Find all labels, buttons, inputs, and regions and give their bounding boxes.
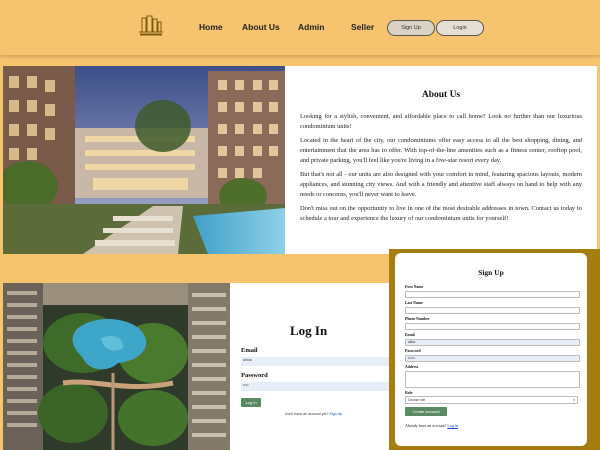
signup-title: Sign Up — [478, 268, 504, 277]
aerial-pool-photo — [3, 283, 230, 450]
signup-password-input[interactable]: •••••• — [405, 355, 580, 362]
about-paragraph: Don't miss out on the opportunity to liv… — [300, 205, 582, 222]
role-select-value: Choose role — [408, 398, 426, 402]
nav-home[interactable]: Home — [199, 22, 223, 32]
create-account-button[interactable]: Create Account — [405, 407, 447, 416]
signup-email-label: Email — [405, 333, 415, 337]
login-link[interactable]: Log in — [447, 423, 458, 428]
signup-email-input[interactable]: abba — [405, 339, 580, 346]
about-paragraph: Looking for a stylish, convenient, and a… — [300, 113, 582, 130]
signup-footer-text: Already have an account? — [405, 423, 447, 428]
signup-password-label: Password — [405, 349, 421, 353]
login-password-label: Password — [241, 372, 268, 379]
login-password-input[interactable]: •••• — [241, 382, 400, 391]
role-label: Role — [405, 391, 413, 395]
phone-label: Phone Number — [405, 317, 430, 321]
about-us-body: Looking for a stylish, convenient, and a… — [300, 112, 582, 229]
first-name-label: First Name — [405, 285, 424, 289]
login-email-label: Email — [241, 347, 258, 354]
login-form: Log In Email abba Password •••• Log In D… — [230, 283, 400, 450]
signup-footer: Already have an account? Log in — [405, 423, 458, 428]
about-us-section: About Us Looking for a stylish, convenie… — [285, 66, 597, 254]
nav-admin[interactable]: Admin — [298, 22, 324, 32]
phone-input[interactable] — [405, 323, 580, 330]
first-name-input[interactable] — [405, 291, 580, 298]
nav-about-us[interactable]: About Us — [242, 22, 280, 32]
condo-courtyard-photo — [3, 66, 285, 254]
address-label: Address — [405, 365, 419, 369]
last-name-label: Last Name — [405, 301, 423, 305]
role-select[interactable]: Choose role ▾ — [405, 396, 578, 404]
about-us-title: About Us — [421, 90, 461, 100]
login-footer: Don't have an account yet? Sign Up — [285, 412, 342, 416]
signup-link[interactable]: Sign Up — [329, 412, 342, 416]
login-submit-button[interactable]: Log In — [241, 398, 261, 407]
address-textarea[interactable] — [405, 371, 580, 388]
login-email-input[interactable]: abba — [241, 357, 400, 366]
about-paragraph: But that's not all - our units are also … — [300, 171, 582, 198]
signup-form: Sign Up First Name Last Name Phone Numbe… — [395, 253, 587, 446]
login-button[interactable]: Login — [436, 20, 484, 36]
nav-seller[interactable]: Seller — [351, 22, 374, 32]
building-logo-icon[interactable] — [135, 14, 167, 38]
chevron-down-icon: ▾ — [573, 398, 575, 402]
signup-button[interactable]: Sign Up — [387, 20, 435, 36]
login-title: Log In — [290, 323, 328, 338]
top-navbar: Home About Us Admin Seller Sign Up Login — [0, 0, 600, 55]
login-footer-text: Don't have an account yet? — [285, 412, 329, 416]
last-name-input[interactable] — [405, 307, 580, 314]
about-paragraph: Located in the heart of the city, our co… — [300, 137, 582, 164]
